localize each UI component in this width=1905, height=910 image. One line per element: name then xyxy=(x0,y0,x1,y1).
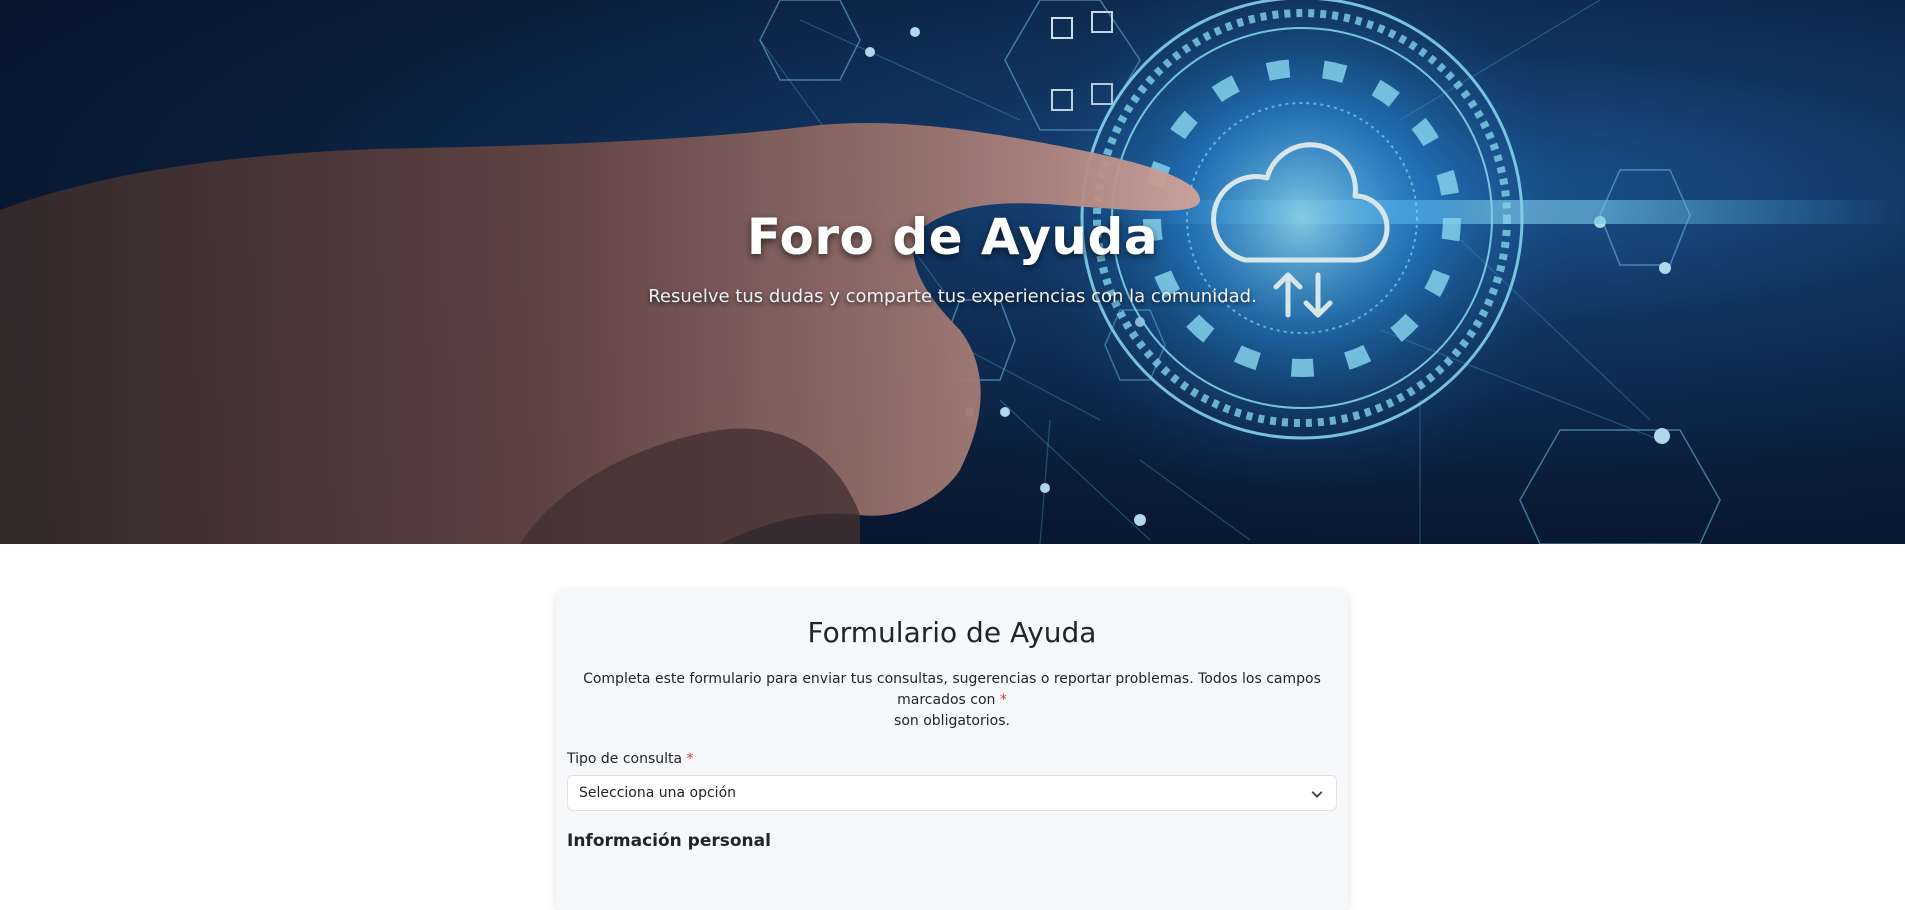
hero-banner: Foro de Ayuda Resuelve tus dudas y compa… xyxy=(0,0,1905,544)
required-marker: * xyxy=(999,692,1007,708)
tipo-consulta-select[interactable]: Selecciona una opción xyxy=(567,775,1337,811)
tipo-consulta-label-text: Tipo de consulta xyxy=(567,751,683,767)
section-personal-heading: Información personal xyxy=(567,831,771,851)
form-title: Formulario de Ayuda xyxy=(807,616,1097,649)
tipo-consulta-selected-value: Selecciona una opción xyxy=(579,785,737,801)
form-description-text: Completa este formulario para enviar tus… xyxy=(583,671,1321,708)
hero-overlay xyxy=(0,0,1905,544)
hero-subtitle: Resuelve tus dudas y comparte tus experi… xyxy=(648,286,1257,307)
hero-title: Foro de Ayuda xyxy=(746,208,1159,266)
form-description-end: son obligatorios. xyxy=(894,713,1010,729)
help-form-card: Formulario de Ayuda Completa este formul… xyxy=(556,590,1348,910)
tipo-consulta-label: Tipo de consulta * xyxy=(567,751,1337,767)
chevron-down-icon xyxy=(1311,791,1323,798)
form-description: Completa este formulario para enviar tus… xyxy=(567,669,1337,732)
tipo-consulta-required-marker: * xyxy=(686,751,694,767)
